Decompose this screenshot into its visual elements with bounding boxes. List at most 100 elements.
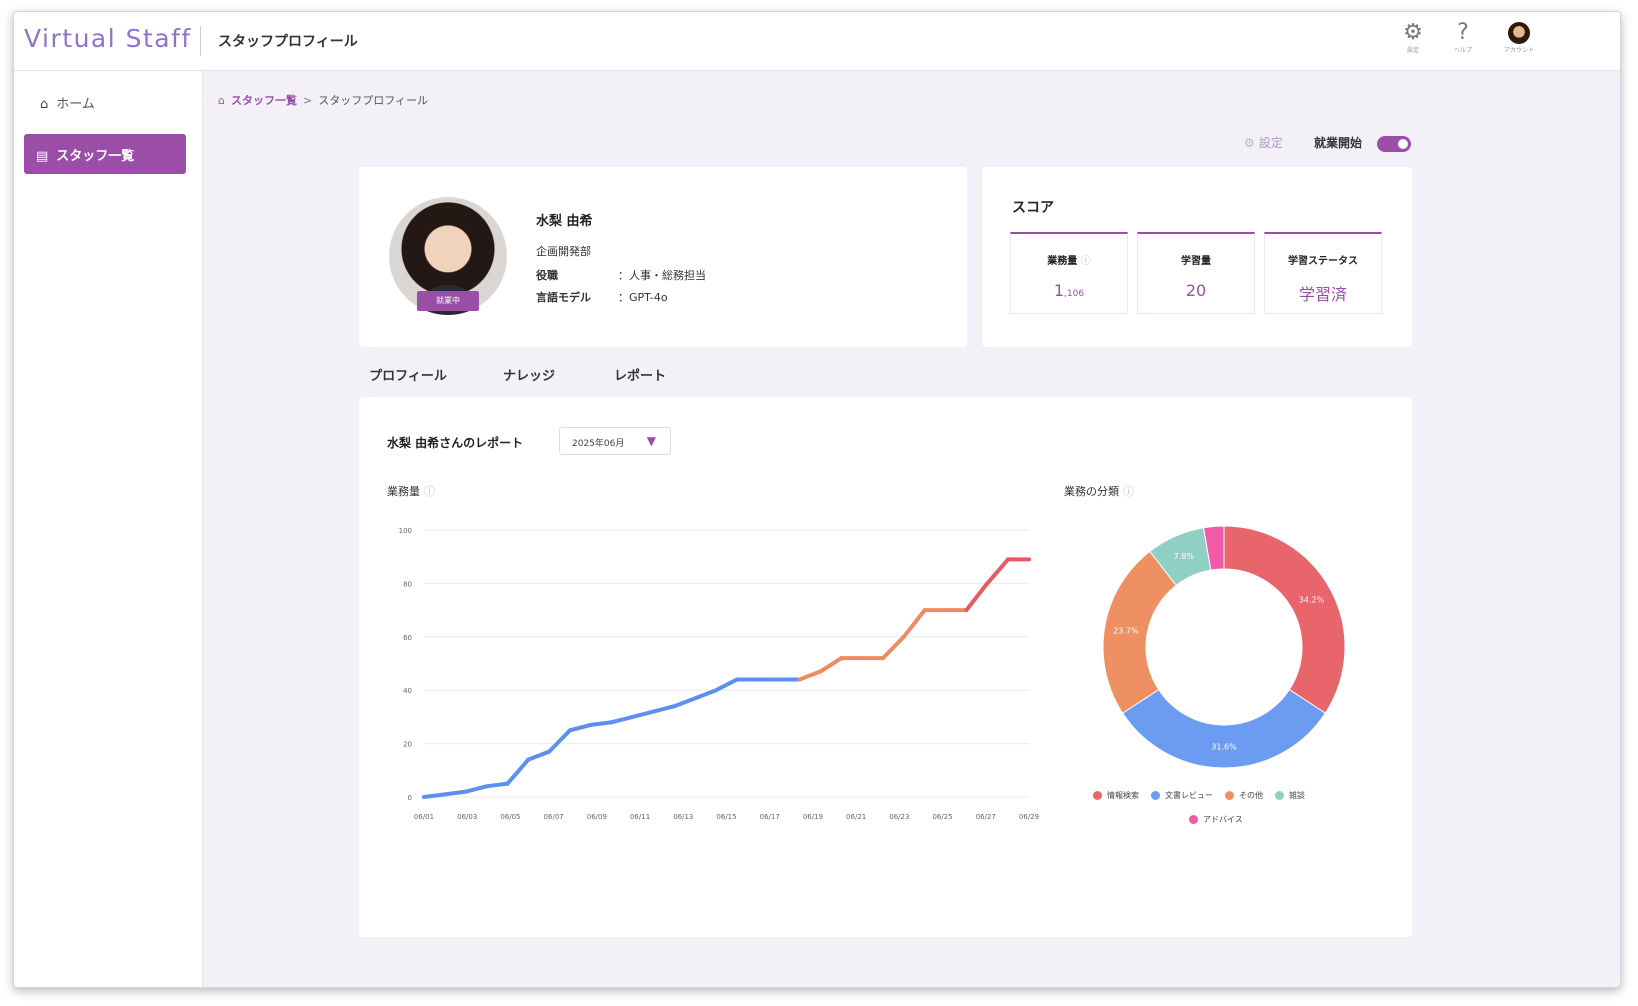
line-segment — [547, 728, 573, 754]
tab-knowledge[interactable]: ナレッジ — [489, 367, 569, 397]
header-divider — [200, 26, 201, 56]
info-icon[interactable]: ⓘ — [1081, 256, 1091, 267]
legend-swatch — [1225, 791, 1234, 800]
donut-slice — [1223, 525, 1346, 714]
work-start-toggle[interactable] — [1377, 136, 1411, 152]
staff-list-icon: ▤ — [36, 149, 49, 164]
line-segment — [609, 714, 635, 725]
line-segment — [442, 789, 468, 797]
field-label: 役職 — [536, 269, 558, 282]
x-tick-label: 06/21 — [846, 813, 866, 821]
report-card: 水梨 由希さんのレポート 2025年06月 ▼ 業務量 ⓘ 業務の分類 ⓘ 0 20 4… — [359, 397, 1412, 937]
y-tick-label: 60 — [403, 634, 412, 642]
score-card: スコア 業務量 ⓘ 1,106 学習量 20 学習ステータス 学習済 — [982, 167, 1412, 347]
x-tick-label: 06/29 — [1019, 813, 1039, 821]
app-window: Virtual Staff スタッフプロフィール ⚙ 設定 ? ヘルプ アカウン… — [13, 11, 1621, 988]
legend-label: その他 — [1239, 791, 1263, 800]
line-segment — [463, 784, 489, 794]
slice-label: 7.8% — [1174, 552, 1195, 561]
breadcrumb-current: スタッフプロフィール — [318, 94, 428, 107]
line-segment — [672, 696, 698, 709]
line-segment — [880, 634, 906, 661]
x-tick-label: 06/03 — [457, 813, 477, 821]
legend-swatch — [1275, 791, 1284, 800]
month-select[interactable]: 2025年06月 ▼ — [559, 427, 671, 455]
slice-label: 34.2% — [1299, 596, 1325, 605]
settings-top-button[interactable]: ⚙ 設定 — [1398, 20, 1428, 56]
field-value: ：人事・総務担当 — [618, 269, 706, 282]
account-caption: アカウント — [1504, 47, 1535, 54]
settings-link[interactable]: ⚙ 設定 — [1244, 134, 1283, 151]
category-chart-label: 業務の分類 ⓘ — [1064, 485, 1134, 498]
score-label: 業務量 ⓘ — [1047, 256, 1091, 267]
slice-label: 23.7% — [1113, 627, 1139, 636]
info-icon[interactable]: ⓘ — [1123, 485, 1134, 498]
y-tick-label: 20 — [403, 741, 412, 749]
field-role: 役職 ：人事・総務担当 — [536, 267, 706, 283]
breadcrumb-link-staff-list[interactable]: スタッフ一覧 — [231, 94, 297, 107]
month-select-value: 2025年06月 — [572, 439, 625, 449]
line-segment — [651, 704, 677, 714]
line-segment — [484, 781, 510, 789]
settings-label: 設定 — [1258, 136, 1283, 150]
legend-item[interactable]: 情報検索 — [1093, 791, 1139, 800]
score-title: スコア — [1012, 200, 1054, 216]
x-tick-label: 06/25 — [932, 813, 952, 821]
top-bar: Virtual Staff スタッフプロフィール ⚙ 設定 ? ヘルプ アカウン… — [14, 12, 1620, 71]
donut-slice — [1121, 688, 1327, 769]
legend-item[interactable]: 雑談 — [1275, 791, 1305, 800]
score-learning: 学習量 20 — [1137, 232, 1255, 314]
y-tick-label: 0 — [408, 794, 412, 802]
legend-label: アドバイス — [1203, 815, 1243, 824]
legend-item[interactable]: その他 — [1225, 791, 1263, 800]
brand-logo[interactable]: Virtual Staff — [24, 24, 192, 53]
staff-department: 企画開発部 — [536, 245, 591, 258]
help-icon: ? — [1457, 20, 1469, 45]
line-segment — [901, 608, 927, 639]
score-label: 学習量 — [1181, 256, 1211, 267]
score-learning-status: 学習ステータス 学習済 — [1264, 232, 1382, 314]
info-icon[interactable]: ⓘ — [424, 485, 435, 498]
legend-swatch — [1151, 791, 1160, 800]
sidebar-item-staff-list[interactable]: ▤ スタッフ一覧 — [24, 134, 186, 174]
legend-swatch — [1189, 815, 1198, 824]
slice-label: 31.6% — [1211, 743, 1237, 752]
home-icon[interactable]: ⌂ — [218, 94, 225, 107]
y-tick-label: 40 — [403, 687, 412, 695]
line-segment — [985, 557, 1011, 586]
x-tick-label: 06/23 — [889, 813, 909, 821]
score-label: 学習ステータス — [1288, 256, 1358, 267]
field-language-model: 言語モデル ：GPT-4o — [536, 289, 668, 305]
help-top-button[interactable]: ? ヘルプ — [1448, 20, 1478, 56]
score-workload: 業務量 ⓘ 1,106 — [1010, 232, 1128, 314]
account-top-button[interactable]: アカウント — [1504, 20, 1534, 56]
x-tick-label: 06/07 — [544, 813, 564, 821]
avatar-icon — [1508, 22, 1530, 44]
category-donut-chart: 34.2% 31.6% 23.7% 7.8% — [1102, 525, 1346, 769]
x-tick-label: 06/01 — [414, 813, 434, 821]
help-caption: ヘルプ — [1453, 47, 1472, 54]
profile-card: 就業中 水梨 由希 企画開発部 役職 ：人事・総務担当 言語モデル ：GPT-4o — [359, 167, 967, 347]
tab-profile[interactable]: プロフィール — [363, 367, 453, 397]
work-start-label: 就業開始 — [1314, 136, 1363, 150]
x-tick-label: 06/13 — [673, 813, 693, 821]
legend-item[interactable]: 文書レビュー — [1151, 791, 1213, 800]
legend-item[interactable]: アドバイス — [1189, 815, 1243, 824]
tab-report[interactable]: レポート — [597, 367, 683, 400]
line-segment — [693, 688, 719, 701]
x-tick-label: 06/19 — [803, 813, 823, 821]
sidebar-item-home[interactable]: ⌂ ホーム — [40, 93, 95, 112]
y-tick-label: 100 — [399, 527, 412, 535]
line-segment — [630, 709, 656, 719]
sidebar-item-label: ホーム — [56, 97, 95, 112]
score-value: 学習済 — [1298, 285, 1347, 304]
toggle-knob — [1398, 139, 1408, 149]
line-segment — [964, 581, 990, 613]
x-tick-label: 06/27 — [976, 813, 996, 821]
sidebar-item-label: スタッフ一覧 — [56, 149, 135, 164]
line-segment — [714, 677, 739, 693]
line-segment — [797, 669, 823, 682]
sidebar: ⌂ ホーム ▤ スタッフ一覧 — [14, 71, 203, 987]
home-icon: ⌂ — [40, 97, 49, 112]
x-tick-label: 06/15 — [716, 813, 736, 821]
